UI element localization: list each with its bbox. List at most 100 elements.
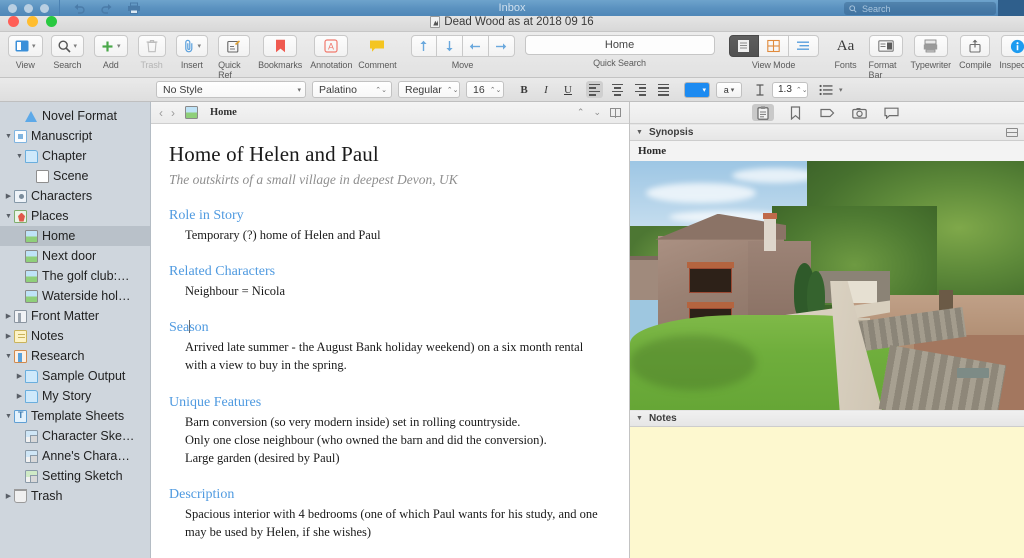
chevron-down-icon[interactable]: ▾: [839, 86, 843, 94]
document-text-area[interactable]: Home of Helen and Paul The outskirts of a…: [151, 124, 629, 558]
font-family-select[interactable]: Palatino ⌃⌄: [312, 81, 392, 98]
binder-item-home[interactable]: Home: [0, 226, 150, 246]
chevron-down-icon: ▾: [32, 43, 36, 50]
binder-item-research[interactable]: ▼ Research: [0, 346, 150, 366]
synopsis-section-header[interactable]: ▼ Synopsis: [630, 124, 1024, 141]
paragraph-style-select[interactable]: No Style ▾: [156, 81, 306, 98]
binder-item-setting-sketch[interactable]: Setting Sketch: [0, 466, 150, 486]
toolbar-item-quick-ref[interactable]: Quick Ref: [218, 35, 251, 80]
disclosure-closed-icon[interactable]: ▶: [3, 332, 14, 340]
highlight-color-picker[interactable]: a ▾: [716, 81, 742, 98]
chevron-left-icon[interactable]: ‹: [159, 106, 163, 120]
os-spotlight-search[interactable]: Search: [844, 2, 996, 15]
align-center-button[interactable]: [609, 81, 626, 98]
notes-section-header[interactable]: ▼ Notes: [630, 410, 1024, 427]
font-weight-value: Regular: [405, 83, 442, 96]
toolbar-item-bookmarks[interactable]: Bookmarks: [258, 35, 302, 70]
inspector-tab-snapshots[interactable]: [848, 104, 870, 121]
toolbar-item-compile[interactable]: Compile: [959, 35, 991, 70]
binder-item-novel-format[interactable]: Novel Format: [0, 106, 150, 126]
binder-item-waterside-hol[interactable]: Waterside hol…: [0, 286, 150, 306]
disclosure-closed-icon[interactable]: ▶: [3, 312, 14, 320]
binder-item-character-ske[interactable]: Character Ske…: [0, 426, 150, 446]
move-down-button[interactable]: [436, 35, 463, 57]
toolbar-item-typewriter[interactable]: Typewriter: [911, 35, 951, 70]
binder-item-the-golf-club[interactable]: The golf club:…: [0, 266, 150, 286]
toolbar-item-format-bar[interactable]: Format Bar: [868, 35, 903, 80]
inspector-tab-bookmarks[interactable]: [784, 104, 806, 121]
bold-button[interactable]: B: [516, 81, 532, 98]
chevron-up-icon[interactable]: ⌃: [577, 107, 585, 118]
binder-item-notes[interactable]: ▶ Notes: [0, 326, 150, 346]
notes-text-area[interactable]: [630, 427, 1024, 558]
disclosure-open-icon[interactable]: ▼: [3, 213, 14, 220]
list-icon[interactable]: [819, 84, 833, 96]
disclosure-closed-icon[interactable]: ▶: [14, 392, 25, 400]
toolbar-item-insert[interactable]: ▾ Insert: [175, 35, 209, 70]
binder-item-characters[interactable]: ▶ Characters: [0, 186, 150, 206]
toolbar-item-annotation[interactable]: A Annotation: [310, 35, 352, 70]
underline-button[interactable]: U: [560, 81, 576, 98]
view-mode-outliner-button[interactable]: [788, 35, 819, 57]
binder-item-trash[interactable]: ▶ Trash: [0, 486, 150, 506]
align-right-button[interactable]: [632, 81, 649, 98]
align-justify-button[interactable]: [655, 81, 672, 98]
disclosure-open-icon[interactable]: ▼: [3, 133, 14, 140]
line-spacing-input[interactable]: 1.3 ⌃⌄: [772, 81, 808, 98]
binder-sidebar[interactable]: Novel Format ▼ Manuscript ▼ Chapter Scene ▶ Cha…: [0, 102, 151, 558]
toolbar-item-view[interactable]: ▾ View: [8, 35, 43, 70]
chevron-down-icon: ▾: [73, 43, 78, 50]
binder-item-front-matter[interactable]: ▶ Front Matter: [0, 306, 150, 326]
disclosure-closed-icon[interactable]: ▶: [14, 372, 25, 380]
disclosure-open-icon[interactable]: ▼: [3, 413, 14, 420]
binder-item-places[interactable]: ▼ Places: [0, 206, 150, 226]
binder-item-label: Trash: [31, 489, 63, 503]
binder-item-sample-output[interactable]: ▶ Sample Output: [0, 366, 150, 386]
text-color-picker[interactable]: ▾: [684, 81, 710, 98]
synopsis-image[interactable]: [630, 161, 1024, 410]
toolbar-item-trash[interactable]: Trash: [137, 35, 166, 70]
toolbar-item-search[interactable]: ▾ Search: [50, 35, 85, 70]
split-view-icon[interactable]: [610, 108, 621, 118]
binder-item-scene[interactable]: Scene: [0, 166, 150, 186]
move-left-button[interactable]: [462, 35, 489, 57]
disclosure-down-icon[interactable]: ▼: [636, 129, 643, 136]
binder-item-next-door[interactable]: Next door: [0, 246, 150, 266]
move-button-group[interactable]: [410, 35, 515, 57]
view-mode-segmented-control[interactable]: [728, 35, 819, 57]
toolbar-item-comment[interactable]: Comment: [358, 35, 397, 70]
chevron-right-icon[interactable]: ›: [171, 106, 175, 120]
disclosure-open-icon[interactable]: ▼: [14, 153, 25, 160]
binder-item-label: Chapter: [42, 149, 87, 163]
view-mode-corkboard-button[interactable]: [758, 35, 789, 57]
view-mode-document-button[interactable]: [728, 35, 759, 57]
inspector-tab-comments[interactable]: [880, 104, 902, 121]
move-right-button[interactable]: [488, 35, 515, 57]
disclosure-down-icon[interactable]: ▼: [636, 415, 643, 422]
move-up-button[interactable]: [410, 35, 437, 57]
disclosure-closed-icon[interactable]: ▶: [3, 192, 14, 200]
binder-item-template-sheets[interactable]: ▼ Template Sheets: [0, 406, 150, 426]
character-sheet-icon: [25, 449, 38, 463]
binder-item-anne-s-chara[interactable]: Anne's Chara…: [0, 446, 150, 466]
disclosure-open-icon[interactable]: ▼: [3, 353, 14, 360]
disclosure-closed-icon[interactable]: ▶: [3, 492, 14, 500]
synopsis-title-input[interactable]: Home: [630, 141, 1024, 161]
inspector-tab-keywords[interactable]: [816, 104, 838, 121]
binder-item-chapter[interactable]: ▼ Chapter: [0, 146, 150, 166]
outliner-view-icon: [797, 41, 810, 50]
inspector-tab-notecard[interactable]: [752, 104, 774, 121]
binder-item-manuscript[interactable]: ▼ Manuscript: [0, 126, 150, 146]
binder-item-my-story[interactable]: ▶ My Story: [0, 386, 150, 406]
align-left-button[interactable]: [586, 81, 603, 98]
font-size-select[interactable]: 16 ⌃⌄: [466, 81, 504, 98]
toolbar-item-add[interactable]: ▾ Add: [94, 35, 128, 70]
italic-button[interactable]: I: [538, 81, 554, 98]
font-weight-select[interactable]: Regular ⌃⌄: [398, 81, 460, 98]
chevron-down-icon[interactable]: ⌄: [593, 107, 601, 118]
card-image-toggle-icon[interactable]: [1006, 128, 1018, 137]
binder-item-label: My Story: [42, 389, 92, 403]
quick-search-input[interactable]: Home: [524, 35, 715, 55]
toolbar-item-fonts[interactable]: Aa Fonts: [831, 35, 861, 71]
toolbar-item-inspector[interactable]: Inspector: [999, 35, 1024, 70]
